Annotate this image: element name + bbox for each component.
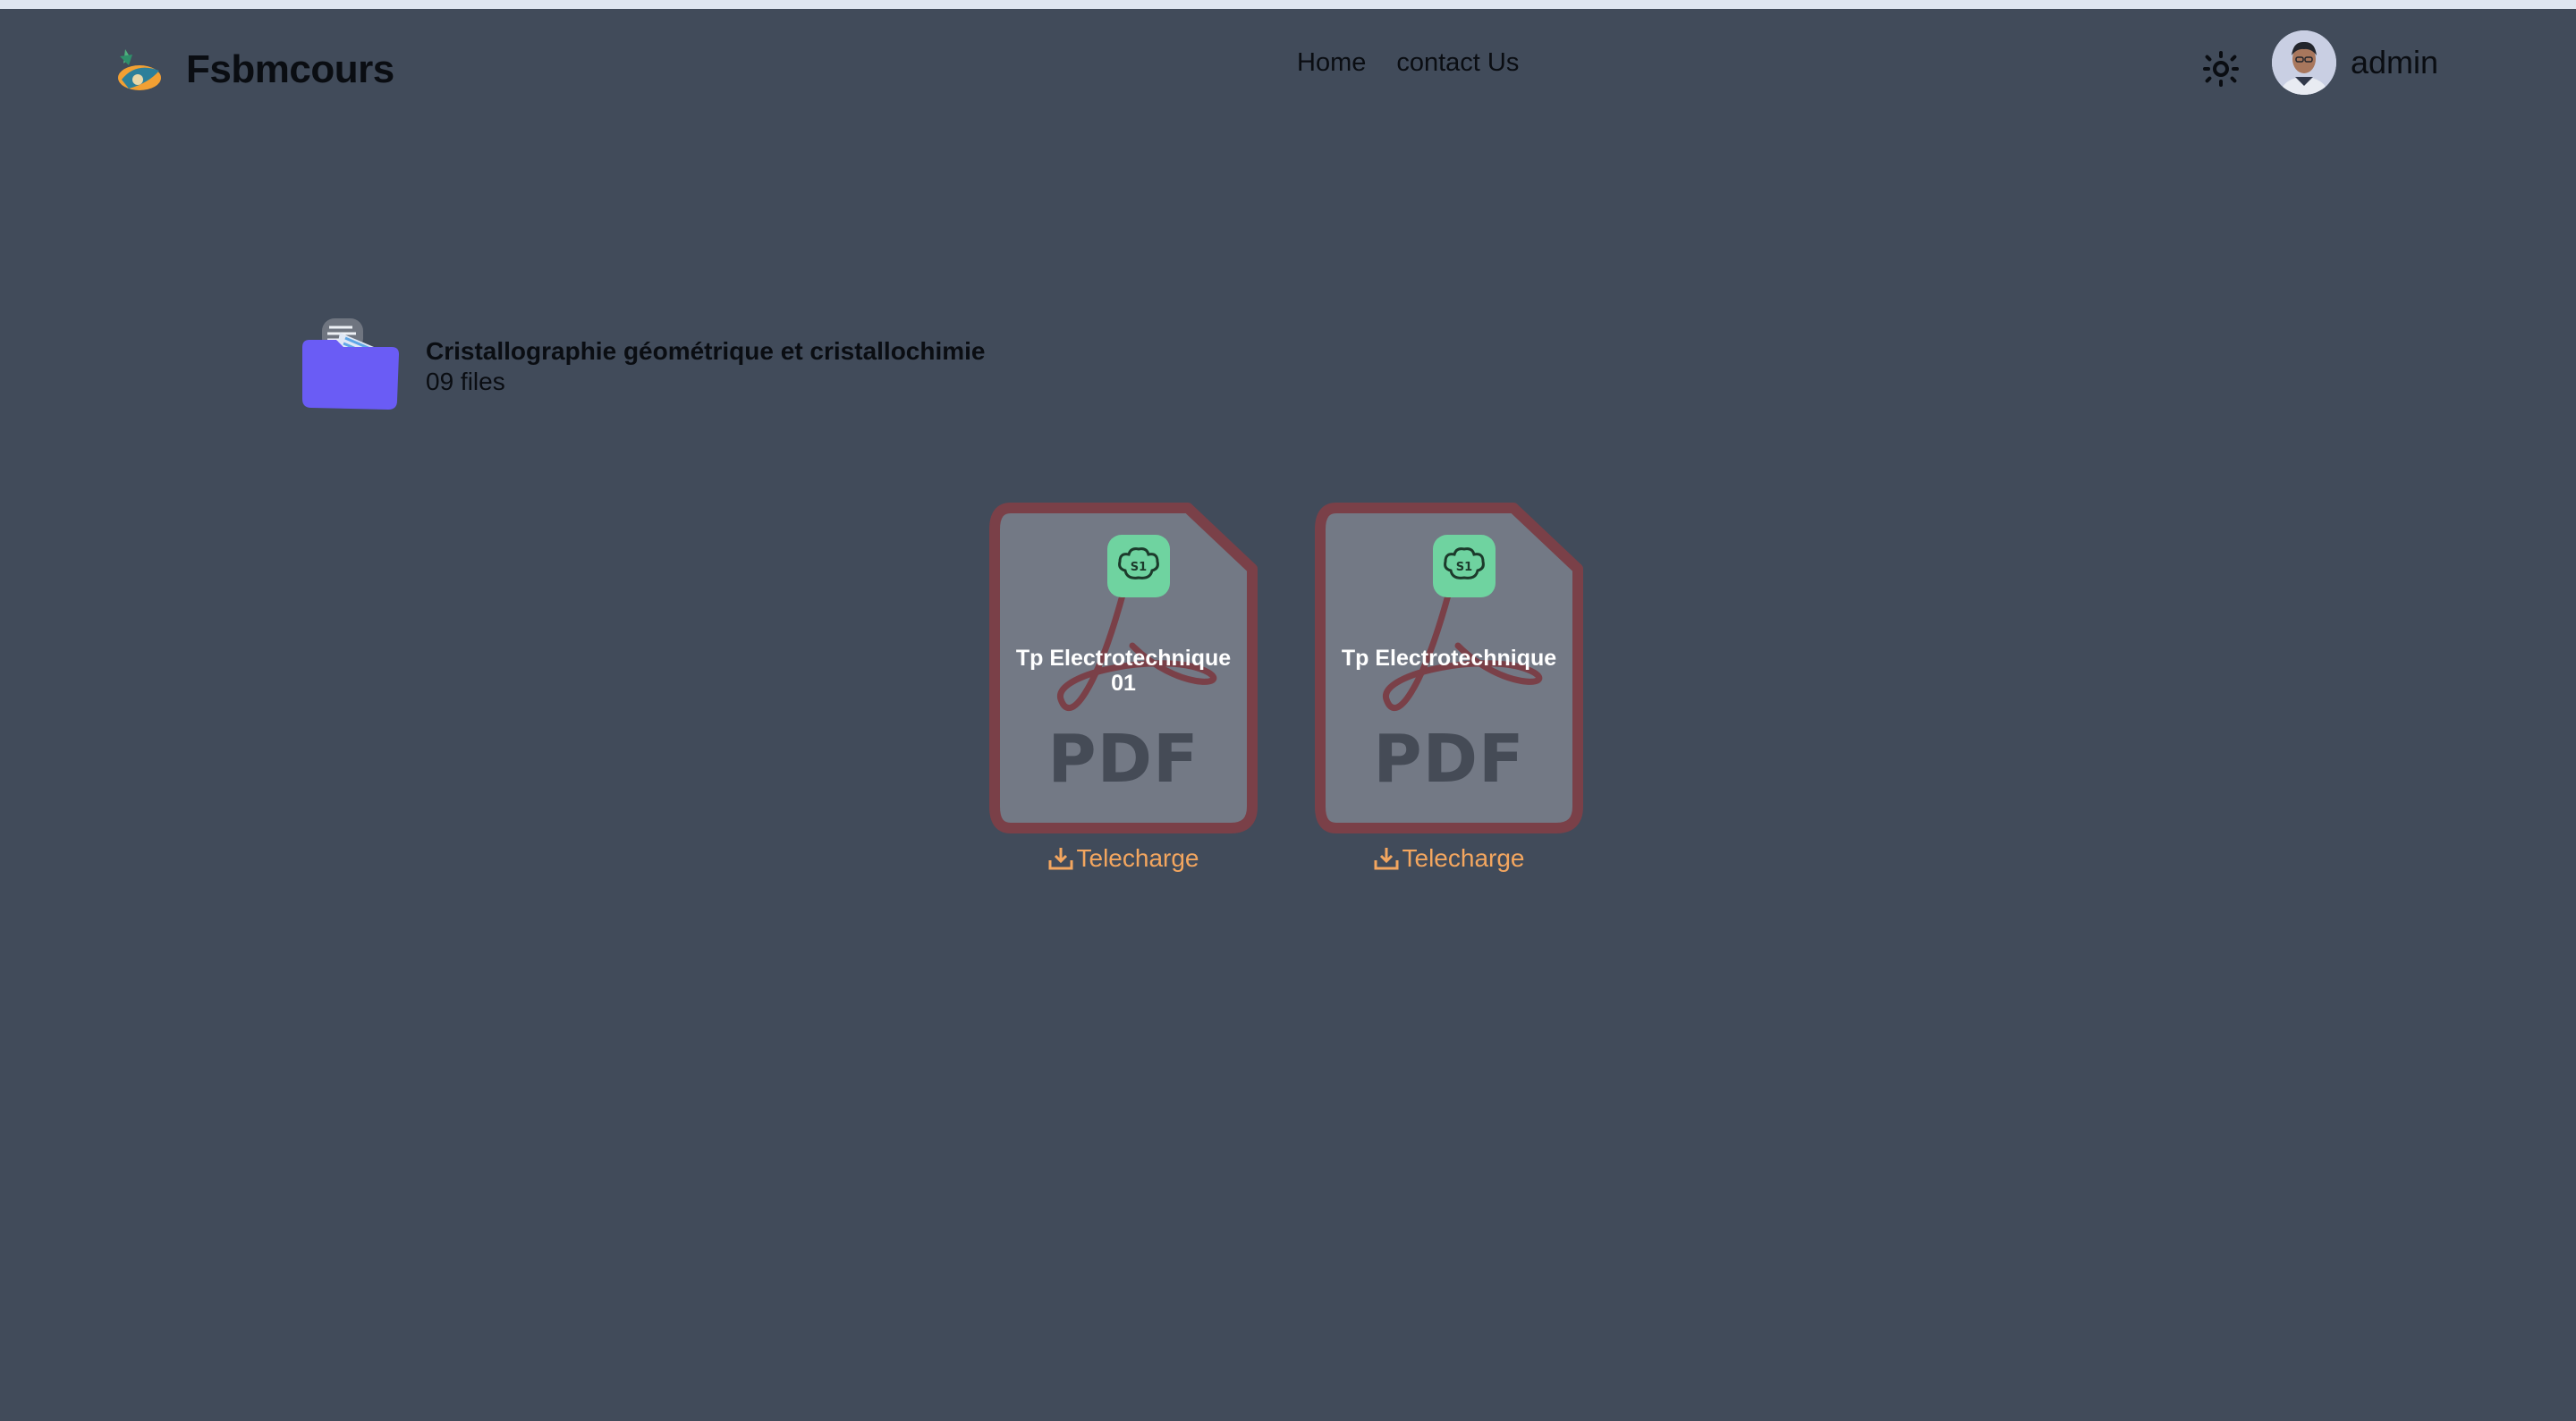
download-label: Telecharge xyxy=(1402,844,1525,872)
brand[interactable]: Fsbmcours xyxy=(113,34,394,106)
file-badge-icon: S1 xyxy=(1433,535,1496,597)
file-item: S1 Tp Electrotechnique 01 PDF Telecharge xyxy=(989,503,1258,873)
file-card[interactable]: S1 Tp Electrotechnique PDF xyxy=(1315,503,1583,833)
folder-info: Cristallographie géométrique et cristall… xyxy=(426,336,986,397)
download-icon xyxy=(1048,848,1072,870)
download-icon xyxy=(1374,848,1398,870)
file-name: Tp Electrotechnique 01 xyxy=(1015,646,1232,696)
brand-name: Fsbmcours xyxy=(186,47,394,91)
avatar-image xyxy=(2272,30,2336,95)
nav-link-contact[interactable]: contact Us xyxy=(1396,48,1519,78)
file-item: S1 Tp Electrotechnique PDF Telecharge xyxy=(1315,503,1583,873)
svg-text:S1: S1 xyxy=(1456,561,1472,574)
browser-top-strip xyxy=(0,0,2576,9)
file-name: Tp Electrotechnique xyxy=(1341,646,1557,671)
main-nav: Home contact Us xyxy=(1297,48,1519,78)
folder-header: Cristallographie géométrique et cristall… xyxy=(301,315,986,413)
file-badge-icon: S1 xyxy=(1107,535,1170,597)
svg-text:S1: S1 xyxy=(1131,561,1147,574)
download-link[interactable]: Telecharge xyxy=(1048,844,1199,873)
navbar: Fsbmcours Home contact Us admin xyxy=(0,9,2576,118)
file-type-label: PDF xyxy=(1047,721,1199,798)
folder-title: Cristallographie géométrique et cristall… xyxy=(426,337,986,365)
username: admin xyxy=(2351,44,2439,80)
download-link[interactable]: Telecharge xyxy=(1374,844,1525,873)
avatar xyxy=(2272,30,2336,95)
nav-link-home[interactable]: Home xyxy=(1297,48,1366,78)
file-card[interactable]: S1 Tp Electrotechnique 01 PDF xyxy=(989,503,1258,833)
brand-logo-icon xyxy=(118,49,161,90)
file-grid: S1 Tp Electrotechnique 01 PDF Telecharge xyxy=(989,503,1583,873)
folder-icon xyxy=(302,318,399,410)
download-label: Telecharge xyxy=(1076,844,1199,872)
theme-toggle-button[interactable] xyxy=(2202,50,2240,88)
folder-file-count: 09 files xyxy=(426,368,505,395)
file-type-label: PDF xyxy=(1373,721,1525,798)
user-menu[interactable]: admin xyxy=(2272,30,2438,95)
sun-icon xyxy=(2203,51,2239,87)
